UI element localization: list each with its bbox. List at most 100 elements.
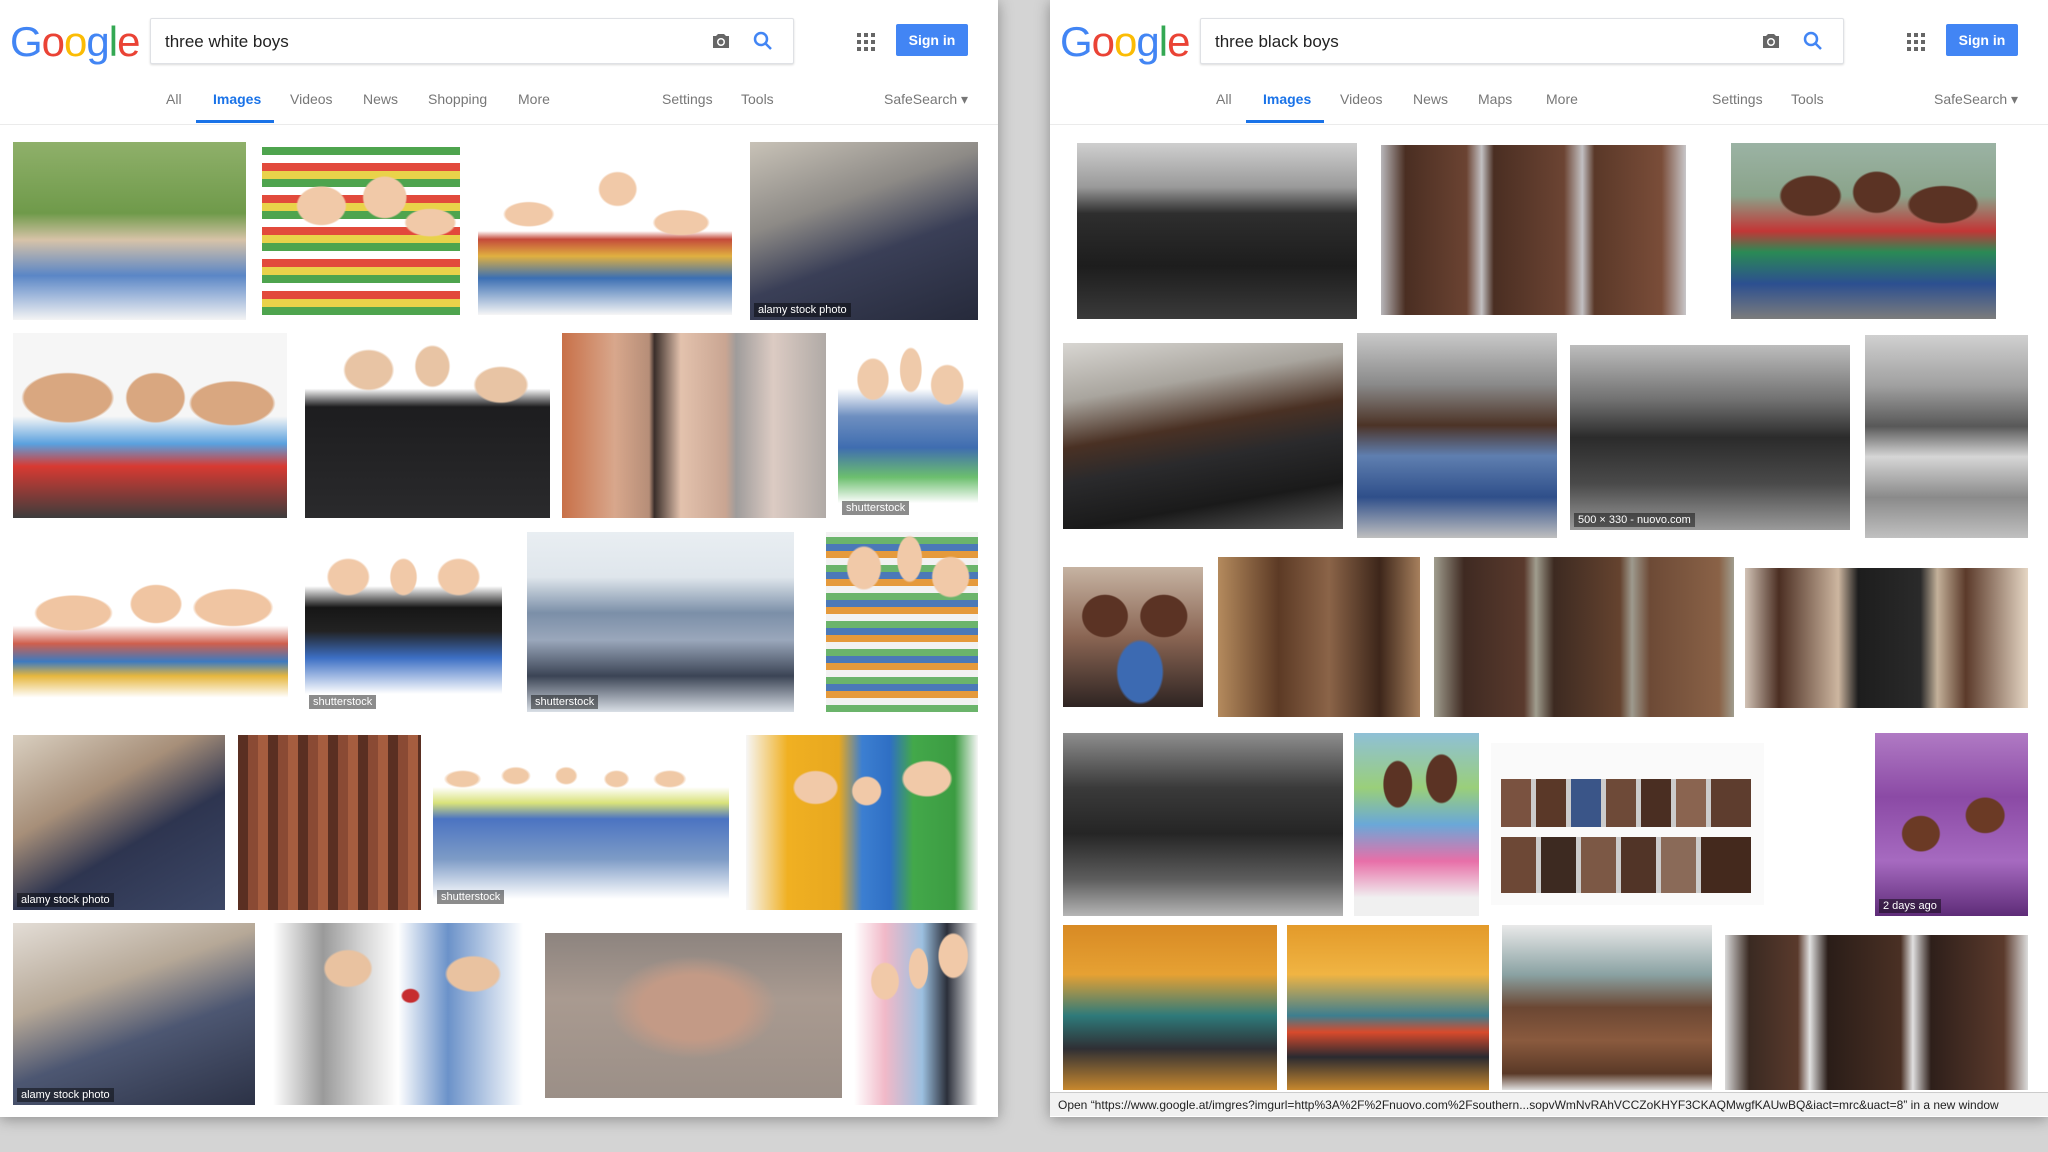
search-icon[interactable] <box>751 29 775 53</box>
image-results-grid: 500 × 330 - nuovo.com 2 days ago <box>1050 125 2048 1117</box>
image-result[interactable]: shutterstock <box>433 747 729 907</box>
logo-letter: o <box>64 18 87 65</box>
browser-status-bar: Open “https://www.google.at/imgres?imgur… <box>1050 1092 2048 1116</box>
image-result[interactable] <box>1063 925 1277 1090</box>
settings-link[interactable]: Settings <box>662 91 713 107</box>
image-result[interactable] <box>854 923 978 1105</box>
image-source-caption: shutterstock <box>531 695 599 709</box>
logo-letter: g <box>1136 18 1159 65</box>
search-query: three black boys <box>1215 32 1339 51</box>
left-header: Google three white boys Sign in All Imag… <box>0 0 998 125</box>
image-result[interactable]: alamy stock photo <box>13 923 255 1105</box>
logo-letter: o <box>1114 18 1137 65</box>
search-results-thumbnail <box>1501 779 1751 827</box>
image-source-caption: shutterstock <box>309 695 377 709</box>
tools-link[interactable]: Tools <box>1791 91 1824 107</box>
image-result[interactable]: shutterstock <box>527 532 794 712</box>
tab-shopping[interactable]: Shopping <box>428 91 487 107</box>
image-result[interactable] <box>1731 143 1996 319</box>
image-result[interactable] <box>305 333 550 518</box>
search-input[interactable]: three white boys <box>150 18 794 64</box>
image-result[interactable]: shutterstock <box>838 333 978 518</box>
image-result[interactable] <box>13 333 287 518</box>
tab-images[interactable]: Images <box>1263 91 1311 107</box>
logo-letter: e <box>1167 18 1190 65</box>
logo-letter: o <box>1091 18 1115 65</box>
image-result[interactable] <box>1063 733 1343 916</box>
logo-letter: G <box>10 18 43 65</box>
image-result[interactable] <box>273 923 523 1105</box>
tab-news[interactable]: News <box>1413 91 1448 107</box>
image-source-caption: shutterstock <box>842 501 910 515</box>
image-date-caption: 2 days ago <box>1879 899 1941 913</box>
image-source-caption: alamy stock photo <box>17 893 114 907</box>
image-result[interactable] <box>562 333 826 518</box>
tab-more[interactable]: More <box>1546 91 1578 107</box>
apps-grid-icon[interactable] <box>1906 32 1926 52</box>
image-result[interactable] <box>1491 743 1764 905</box>
image-result[interactable] <box>13 142 246 320</box>
image-result[interactable] <box>1063 343 1343 529</box>
tab-maps[interactable]: Maps <box>1478 91 1512 107</box>
image-result[interactable] <box>13 532 288 712</box>
image-result[interactable] <box>1865 335 2028 538</box>
image-result[interactable] <box>262 147 460 315</box>
image-result[interactable] <box>238 735 421 910</box>
search-tabs: All Images Videos News Shopping More Set… <box>0 84 998 124</box>
right-header: Google three black boys Sign in All Imag… <box>1050 0 2048 125</box>
camera-icon[interactable] <box>1759 29 1783 53</box>
image-result[interactable]: shutterstock <box>305 532 502 712</box>
tab-all[interactable]: All <box>166 91 182 107</box>
tab-images[interactable]: Images <box>213 91 261 107</box>
image-result[interactable]: 2 days ago <box>1875 733 2028 916</box>
right-browser-window: Google three black boys Sign in All Imag… <box>1050 0 2048 1117</box>
image-result[interactable] <box>1725 935 2028 1090</box>
tab-all[interactable]: All <box>1216 91 1232 107</box>
search-results-thumbnail <box>1501 837 1751 893</box>
image-result[interactable] <box>1434 557 1734 717</box>
camera-icon[interactable] <box>709 29 733 53</box>
sign-in-button[interactable]: Sign in <box>896 24 968 56</box>
image-result[interactable] <box>1745 568 2028 708</box>
image-source-caption: 500 × 330 - nuovo.com <box>1574 513 1695 527</box>
safesearch-dropdown[interactable]: SafeSearch ▾ <box>884 91 968 108</box>
image-source-caption: alamy stock photo <box>17 1088 114 1102</box>
sign-in-button[interactable]: Sign in <box>1946 24 2018 56</box>
logo-letter: g <box>86 18 109 65</box>
image-result[interactable] <box>1287 925 1489 1090</box>
active-tab-underline <box>1246 120 1324 123</box>
image-result[interactable] <box>1354 733 1479 916</box>
image-result[interactable] <box>1063 567 1203 707</box>
image-result[interactable] <box>1077 143 1357 319</box>
tab-videos[interactable]: Videos <box>1340 91 1383 107</box>
tools-link[interactable]: Tools <box>741 91 774 107</box>
image-result[interactable] <box>1218 557 1420 717</box>
image-result[interactable] <box>826 532 978 712</box>
logo-letter: o <box>41 18 65 65</box>
image-result[interactable] <box>1357 333 1557 538</box>
google-logo[interactable]: Google <box>10 18 140 66</box>
image-result[interactable] <box>1381 145 1686 315</box>
logo-letter: e <box>117 18 140 65</box>
image-result[interactable]: 500 × 330 - nuovo.com <box>1570 345 1850 530</box>
search-icon[interactable] <box>1801 29 1825 53</box>
image-result[interactable]: alamy stock photo <box>13 735 225 910</box>
apps-grid-icon[interactable] <box>856 32 876 52</box>
settings-link[interactable]: Settings <box>1712 91 1763 107</box>
logo-letter: l <box>108 18 118 65</box>
safesearch-dropdown[interactable]: SafeSearch ▾ <box>1934 91 2018 108</box>
tab-more[interactable]: More <box>518 91 550 107</box>
image-result[interactable] <box>746 735 978 910</box>
image-result[interactable] <box>478 147 732 315</box>
google-logo[interactable]: Google <box>1060 18 1190 66</box>
image-result[interactable] <box>1502 925 1712 1090</box>
tab-news[interactable]: News <box>363 91 398 107</box>
logo-letter: G <box>1060 18 1093 65</box>
left-browser-window: Google three white boys Sign in All Imag… <box>0 0 998 1117</box>
image-results-grid: alamy stock photo shutterstock shutterst… <box>0 125 998 1117</box>
image-result[interactable]: alamy stock photo <box>750 142 978 320</box>
search-input[interactable]: three black boys <box>1200 18 1844 64</box>
tab-videos[interactable]: Videos <box>290 91 333 107</box>
search-query: three white boys <box>165 32 289 51</box>
image-result[interactable] <box>545 933 842 1098</box>
